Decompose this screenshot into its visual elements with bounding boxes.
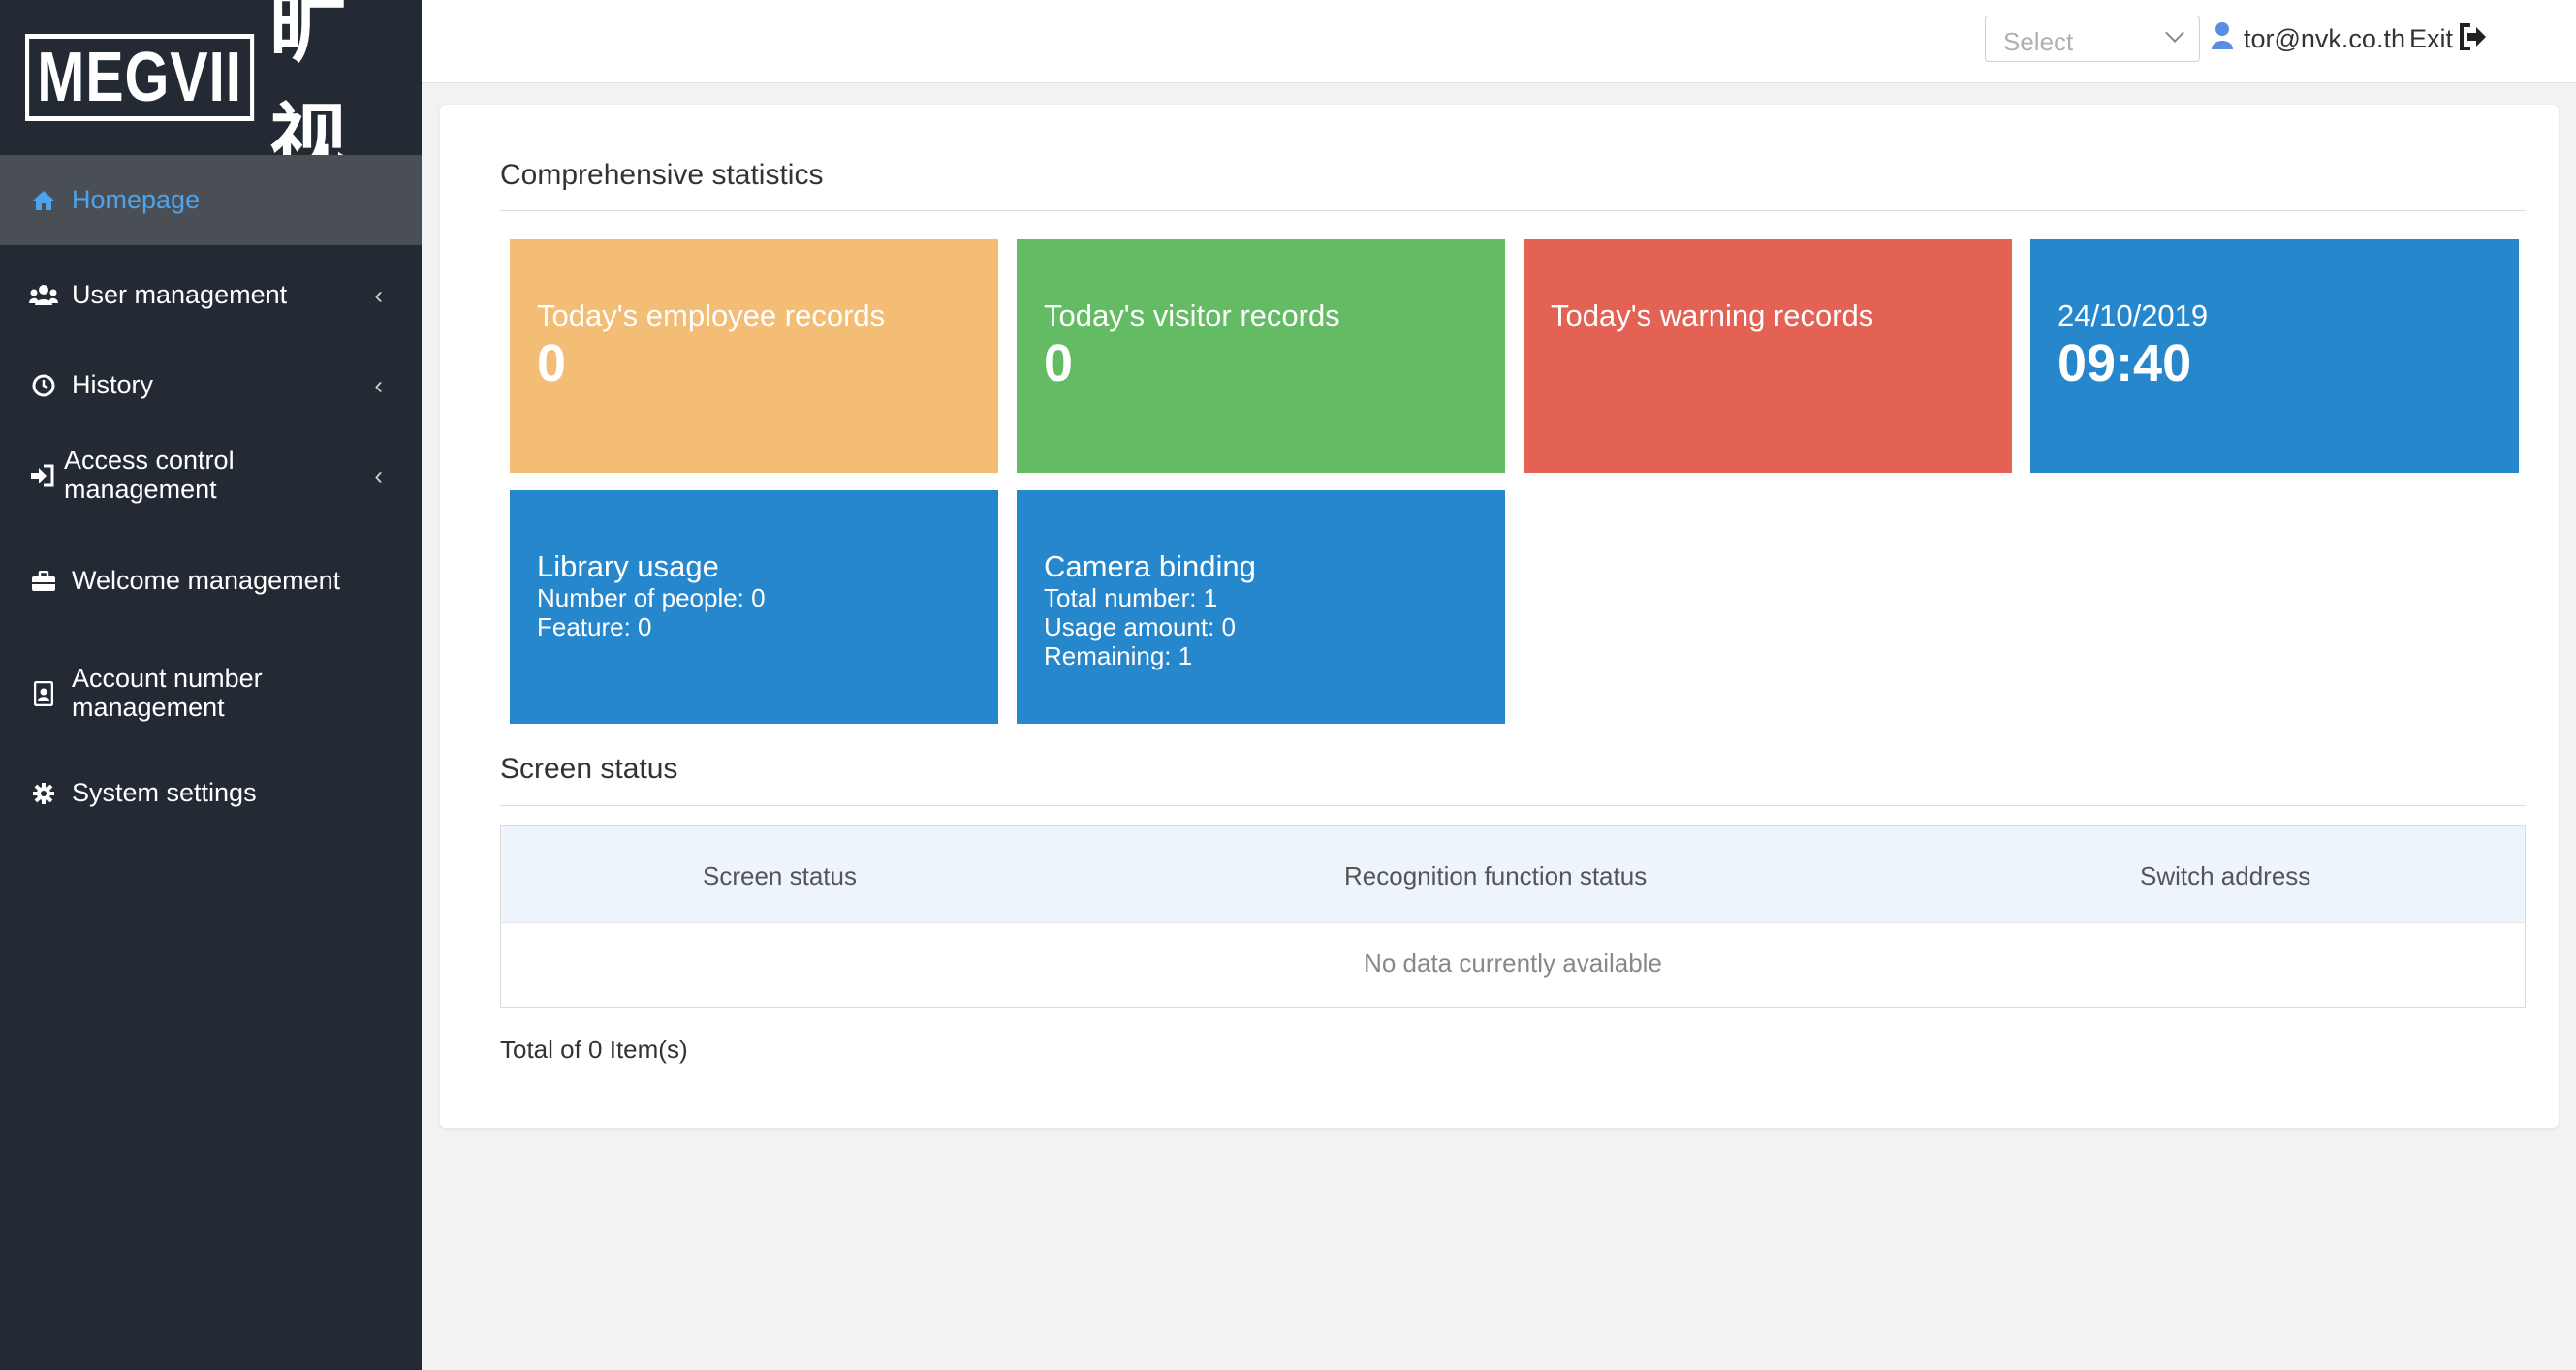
camera-binding-tile[interactable]: Camera binding Total number: 1 Usage amo…	[1017, 490, 1505, 724]
sidebar: MEGVII 旷视 Homepage User management ‹ His…	[0, 0, 422, 1370]
users-icon	[27, 281, 60, 310]
sidebar-item-system-settings[interactable]: System settings	[0, 749, 422, 838]
exit-button[interactable]: Exit	[2409, 24, 2453, 54]
select-placeholder: Select	[2003, 27, 2074, 56]
sidebar-item-welcome-management[interactable]: Welcome management	[0, 525, 422, 638]
chevron-left-icon: ‹	[374, 460, 383, 490]
sidebar-item-history[interactable]: History ‹	[0, 345, 422, 425]
sidebar-item-user-management[interactable]: User management ‹	[0, 245, 422, 345]
date-text: 24/10/2019	[2058, 298, 2209, 332]
logo-text: MEGVII	[25, 34, 255, 121]
sign-out-icon[interactable]	[2459, 23, 2490, 52]
divider	[500, 210, 2526, 211]
clock-icon	[27, 371, 60, 400]
camera-usage: Usage amount: 0	[1044, 612, 1237, 642]
tile-title: Library usage	[537, 549, 719, 583]
tile-title: Today's employee records	[537, 298, 886, 332]
sidebar-item-homepage[interactable]: Homepage	[0, 155, 422, 245]
feature-count: Feature: 0	[537, 612, 652, 642]
tile-title: Today's visitor records	[1044, 298, 1340, 332]
sidebar-item-label: Account number management	[72, 663, 263, 722]
tile-title: Today's warning records	[1551, 298, 1874, 332]
tile-value: 0	[537, 334, 567, 393]
visitor-records-tile[interactable]: Today's visitor records 0	[1017, 239, 1505, 473]
table-header: Screen status Recognition function statu…	[501, 826, 2525, 923]
logo: MEGVII 旷视	[0, 0, 422, 185]
sidebar-item-label: Access control management	[64, 445, 235, 504]
camera-total: Total number: 1	[1044, 583, 1218, 613]
sidebar-item-access-control[interactable]: Access control management ‹	[0, 425, 422, 525]
briefcase-icon	[27, 567, 60, 596]
sidebar-item-label: Welcome management	[72, 566, 341, 596]
divider	[500, 805, 2526, 806]
user-email[interactable]: tor@nvk.co.th	[2244, 24, 2405, 54]
id-badge-icon	[27, 679, 60, 708]
camera-remaining: Remaining: 1	[1044, 640, 1193, 670]
employee-records-tile[interactable]: Today's employee records 0	[510, 239, 998, 473]
top-header: Select tor@nvk.co.th Exit I	[422, 0, 2576, 83]
screen-status-title: Screen status	[500, 753, 678, 785]
empty-state-text: No data currently available	[1364, 949, 1662, 978]
select-dropdown[interactable]: Select	[1985, 16, 2200, 62]
chevron-left-icon: ‹	[374, 370, 383, 400]
gear-icon	[27, 779, 60, 808]
warning-records-tile[interactable]: Today's warning records	[1524, 239, 2012, 473]
sidebar-item-label: History	[72, 369, 154, 399]
sidebar-item-account-number-management[interactable]: Account number management	[0, 638, 422, 749]
dashboard-card: Comprehensive statistics Today's employe…	[440, 105, 2559, 1128]
tile-value: 0	[1044, 334, 1074, 393]
user-icon	[2211, 21, 2234, 52]
tile-title: Camera binding	[1044, 549, 1256, 583]
sidebar-item-label: Homepage	[72, 184, 201, 214]
chevron-down-icon	[2165, 23, 2184, 43]
screen-status-table: Screen status Recognition function statu…	[500, 825, 2526, 1008]
total-items-text: Total of 0 Item(s)	[500, 1035, 688, 1064]
datetime-tile: 24/10/2019 09:40	[2030, 239, 2519, 473]
library-usage-tile[interactable]: Library usage Number of people: 0 Featur…	[510, 490, 998, 724]
sidebar-item-label: User management	[72, 279, 288, 309]
column-header-switch-address: Switch address	[2140, 861, 2311, 890]
column-header-screen-status: Screen status	[703, 861, 857, 890]
time-text: 09:40	[2058, 334, 2192, 393]
comprehensive-statistics-title: Comprehensive statistics	[500, 159, 824, 191]
people-count: Number of people: 0	[537, 583, 766, 613]
chevron-left-icon: ‹	[374, 280, 383, 310]
column-header-recognition-status: Recognition function status	[1344, 861, 1648, 890]
sign-in-icon	[25, 461, 58, 490]
home-icon	[27, 186, 60, 215]
sidebar-item-label: System settings	[72, 778, 257, 808]
